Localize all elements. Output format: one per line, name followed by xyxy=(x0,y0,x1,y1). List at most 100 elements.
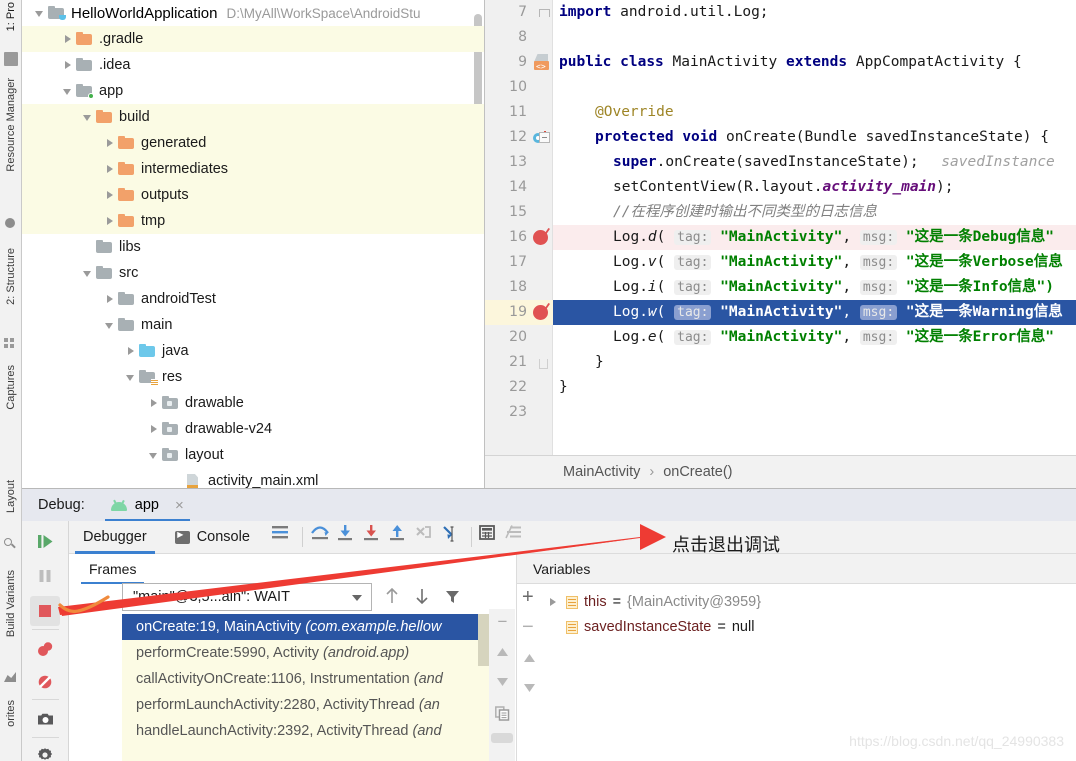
add-watch-button[interactable]: + xyxy=(522,587,534,607)
tree-row-drawable-v24[interactable]: drawable-v24 xyxy=(22,416,484,442)
copy-stack-button[interactable] xyxy=(492,703,513,724)
settings-button[interactable] xyxy=(30,740,60,761)
variable-row-savedinstancestate[interactable]: savedInstanceState = null xyxy=(547,615,754,640)
fold-marker-icon[interactable] xyxy=(539,9,550,19)
chevron-down-icon[interactable] xyxy=(352,595,362,601)
class-layout-marker-icon[interactable]: <> xyxy=(533,54,550,71)
tab-debugger[interactable]: Debugger xyxy=(69,521,161,554)
variable-row-this[interactable]: this = {MainActivity@3959} xyxy=(547,590,761,615)
collapse-button[interactable]: − xyxy=(492,611,513,632)
chevron-right-icon[interactable] xyxy=(547,596,560,609)
tree-row-app[interactable]: app xyxy=(22,78,484,104)
move-frame-up-button[interactable] xyxy=(379,583,405,609)
tree-row-build[interactable]: build xyxy=(22,104,484,130)
chevron-down-icon[interactable] xyxy=(60,83,76,99)
editor-code-area[interactable]: 7 import android.util.Log; 8 9 <> public… xyxy=(485,0,1076,455)
tree-row-res[interactable]: res xyxy=(22,364,484,390)
pause-program-button[interactable] xyxy=(30,561,60,591)
tree-row-androidtest[interactable]: androidTest xyxy=(22,286,484,312)
chevron-down-icon[interactable] xyxy=(32,5,48,21)
chevron-right-icon[interactable] xyxy=(102,135,118,151)
breadcrumb-method[interactable]: onCreate() xyxy=(663,464,732,480)
thread-selector-dropdown[interactable]: "main"@3,5...ain": WAIT xyxy=(122,583,372,611)
chevron-right-icon[interactable] xyxy=(60,57,76,73)
chevron-right-icon[interactable] xyxy=(102,161,118,177)
chevron-down-icon[interactable] xyxy=(80,265,96,281)
step-over-button[interactable] xyxy=(309,524,335,550)
chevron-right-icon[interactable] xyxy=(60,31,76,47)
project-tree-panel[interactable]: HelloWorldApplication D:\MyAll\WorkSpace… xyxy=(22,0,485,488)
chevron-right-icon[interactable] xyxy=(146,395,162,411)
tree-row-java[interactable]: java xyxy=(22,338,484,364)
chevron-down-icon[interactable] xyxy=(123,369,139,385)
tree-row-main[interactable]: main xyxy=(22,312,484,338)
side-scrollbar[interactable] xyxy=(491,733,513,743)
fold-minus-icon[interactable] xyxy=(539,132,550,143)
chevron-down-icon[interactable] xyxy=(146,447,162,463)
frame-row[interactable]: onCreate:19, MainActivity (com.example.h… xyxy=(122,614,489,640)
stop-program-button[interactable] xyxy=(30,596,60,626)
tree-row-layout[interactable]: layout xyxy=(22,442,484,468)
frames-scrollbar[interactable] xyxy=(478,614,489,666)
step-out-button[interactable] xyxy=(387,524,413,550)
step-into-button[interactable] xyxy=(335,524,361,550)
sidebar-item-favorites[interactable]: orites xyxy=(5,700,17,727)
view-breakpoints-button[interactable] xyxy=(30,634,60,664)
chevron-down-icon[interactable] xyxy=(102,317,118,333)
run-to-cursor-button[interactable] xyxy=(439,524,465,550)
tree-row-gradle[interactable]: .gradle xyxy=(22,26,484,52)
debug-session-tab-app[interactable]: app × xyxy=(104,489,190,521)
breadcrumb-class[interactable]: MainActivity xyxy=(563,464,640,480)
chevron-right-icon[interactable] xyxy=(146,421,162,437)
mute-breakpoints-toolbar-button[interactable] xyxy=(504,524,530,550)
frame-row[interactable]: performCreate:5990, Activity (android.ap… xyxy=(122,640,489,666)
close-icon[interactable]: × xyxy=(175,497,184,514)
force-step-into-button[interactable] xyxy=(361,524,387,550)
mute-breakpoints-button[interactable] xyxy=(30,667,60,697)
breakpoint-icon[interactable] xyxy=(533,305,548,320)
breakpoint-icon[interactable] xyxy=(533,230,548,245)
tree-row-outputs[interactable]: outputs xyxy=(22,182,484,208)
resume-program-button[interactable] xyxy=(30,526,60,556)
move-frame-down-button[interactable] xyxy=(409,583,435,609)
frames-list[interactable]: onCreate:19, MainActivity (com.example.h… xyxy=(122,614,489,761)
chevron-right-icon[interactable] xyxy=(102,187,118,203)
sidebar-item-resource-manager[interactable]: Resource Manager xyxy=(5,78,17,172)
scroll-down-button[interactable] xyxy=(492,671,513,692)
sidebar-item-captures[interactable]: Captures xyxy=(5,365,17,410)
tree-row-idea[interactable]: .idea xyxy=(22,52,484,78)
tree-row-generated[interactable]: generated xyxy=(22,130,484,156)
tree-row-drawable[interactable]: drawable xyxy=(22,390,484,416)
frame-row[interactable]: handleLaunchActivity:2392, ActivityThrea… xyxy=(122,718,489,744)
evaluate-expression-button[interactable] xyxy=(478,524,504,550)
tree-row-src[interactable]: src xyxy=(22,260,484,286)
tree-row-activity-main-xml[interactable]: activity_main.xml xyxy=(22,468,484,488)
scroll-down-button[interactable] xyxy=(523,680,536,698)
filter-frames-button[interactable] xyxy=(439,583,465,609)
frame-row[interactable]: performLaunchActivity:2280, ActivityThre… xyxy=(122,692,489,718)
scroll-up-button[interactable] xyxy=(523,650,536,668)
tree-row-tmp[interactable]: tmp xyxy=(22,208,484,234)
frame-row[interactable]: callActivityOnCreate:1106, Instrumentati… xyxy=(122,666,489,692)
breadcrumb[interactable]: MainActivity › onCreate() xyxy=(485,455,1076,488)
drop-frame-button[interactable] xyxy=(413,524,439,550)
chevron-right-icon[interactable] xyxy=(102,213,118,229)
tab-variables[interactable]: Variables xyxy=(519,554,604,584)
fold-end-icon[interactable] xyxy=(539,359,548,369)
tree-row-root[interactable]: HelloWorldApplication D:\MyAll\WorkSpace… xyxy=(22,0,484,26)
sidebar-item-layout-captures[interactable]: Layout xyxy=(5,480,17,513)
chevron-down-icon[interactable] xyxy=(80,109,96,125)
chevron-right-icon[interactable] xyxy=(102,291,118,307)
tab-frames[interactable]: Frames xyxy=(75,554,150,584)
chevron-right-icon[interactable] xyxy=(123,343,139,359)
tree-row-libs[interactable]: libs xyxy=(22,234,484,260)
sidebar-item-structure[interactable]: 2: Structure xyxy=(5,248,17,305)
code-editor[interactable]: 7 import android.util.Log; 8 9 <> public… xyxy=(485,0,1076,455)
remove-watch-button[interactable]: − xyxy=(522,617,534,637)
tree-row-intermediates[interactable]: intermediates xyxy=(22,156,484,182)
tab-console[interactable]: Console xyxy=(161,521,264,554)
layout-settings-button[interactable] xyxy=(270,524,296,550)
sidebar-item-build-variants[interactable]: Build Variants xyxy=(5,570,17,637)
screenshot-button[interactable] xyxy=(30,704,60,734)
sidebar-item-project[interactable]: 1: Pro xyxy=(5,2,17,31)
